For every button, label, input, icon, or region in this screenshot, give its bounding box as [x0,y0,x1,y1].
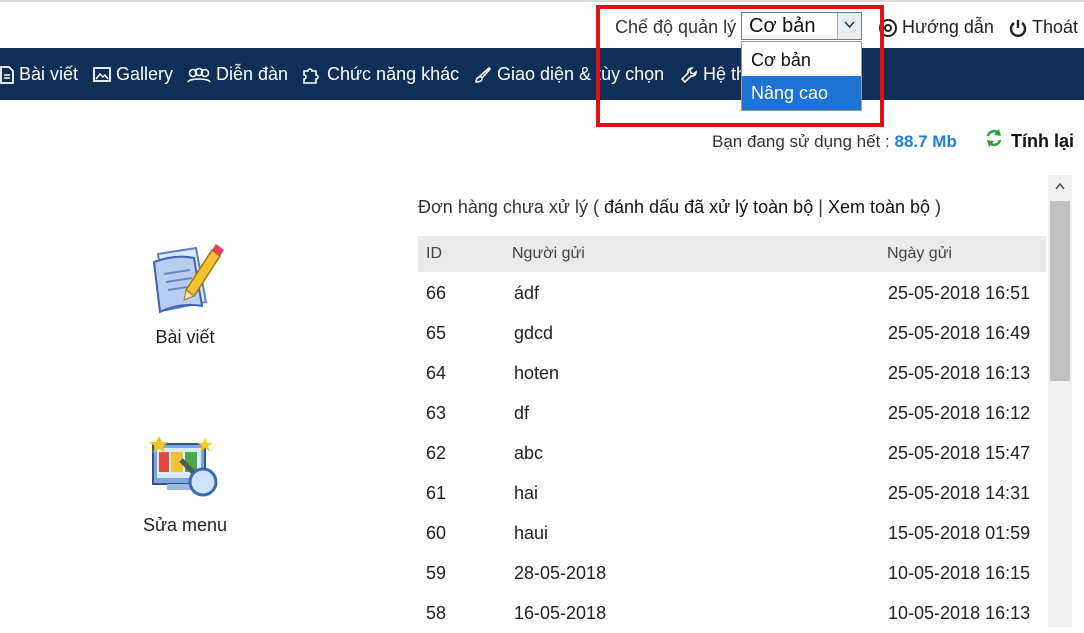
cell-id: 61 [426,483,447,503]
tile-edit-menu[interactable]: Sửa menu [115,432,255,536]
scrollbar[interactable] [1048,175,1072,627]
tile-articles[interactable]: Bài viết [115,240,255,348]
cell-sender: abc [514,443,544,463]
cell-sender: hoten [514,363,560,383]
users-icon [187,67,211,83]
orders-title: Đơn hàng chưa xử lý ( đánh dấu đã xử lý … [418,197,941,218]
cell-sender: df [514,403,530,423]
scroll-up-icon[interactable] [1048,175,1072,199]
cell-id: 65 [426,323,447,343]
help-link[interactable]: Hướng dẫn [878,17,994,38]
cell-date: 25-05-2018 16:49 [888,323,1031,343]
recalculate-link[interactable]: Tính lại [1011,131,1074,152]
cell-date: 25-05-2018 16:13 [888,363,1031,383]
nav-item-other-functions[interactable]: Chức năng khác [302,64,459,85]
article-edit-icon [152,244,224,314]
highlight-box [596,5,884,127]
cell-date: 10-05-2018 16:15 [888,563,1031,583]
refresh-icon[interactable] [984,128,1004,148]
cell-id: 62 [426,443,447,463]
table-row[interactable]: 63 df 25-05-2018 16:12 [418,393,1046,433]
table-row[interactable]: 61 hai 25-05-2018 14:31 [418,473,1046,513]
nav-label-other-functions: Chức năng khác [327,64,460,84]
nav-item-articles[interactable]: Bài viết [0,64,78,85]
cell-sender: gdcd [514,323,554,343]
nav-item-forum[interactable]: Diễn đàn [187,64,288,85]
table-row[interactable]: 60 haui 15-05-2018 01:59 [418,513,1046,553]
column-sender[interactable]: Người gửi [512,245,585,263]
cell-date: 25-05-2018 16:12 [888,403,1031,423]
orders-separator: | [818,197,823,217]
cell-date: 10-05-2018 16:13 [888,603,1031,623]
help-label: Hướng dẫn [902,17,994,37]
storage-usage: Bạn đang sử dụng hết : 88.7 Mb [712,132,957,152]
view-all-link[interactable]: Xem toàn bộ [828,197,930,217]
cell-sender: hai [514,483,539,503]
cell-date: 25-05-2018 16:51 [888,283,1031,303]
table-row[interactable]: 65 gdcd 25-05-2018 16:49 [418,313,1046,353]
logout-link[interactable]: Thoát [1008,17,1078,38]
nav-item-gallery[interactable]: Gallery [93,64,173,85]
table-row[interactable]: 64 hoten 25-05-2018 16:13 [418,353,1046,393]
orders-title-text: Đơn hàng chưa xử lý ( [418,197,599,217]
image-icon [93,67,111,82]
cell-id: 58 [426,603,447,623]
cell-id: 59 [426,563,447,583]
top-border [0,0,1084,2]
nav-label-gallery: Gallery [116,64,174,84]
tile-label-edit-menu: Sửa menu [142,515,228,535]
power-icon [1009,19,1027,37]
cell-id: 63 [426,403,447,423]
nav-label-articles: Bài viết [19,64,79,84]
logout-label: Thoát [1032,17,1079,37]
nav-label-forum: Diễn đàn [216,64,289,84]
column-date[interactable]: Ngày gửi [887,245,952,263]
column-id[interactable]: ID [426,245,442,263]
file-icon [0,65,14,84]
tile-label-articles: Bài viết [155,327,215,347]
brush-icon [475,66,492,83]
orders-table-header: ID Người gửi Ngày gửi [418,236,1046,272]
table-row[interactable]: 66 ádf 25-05-2018 16:51 [418,273,1046,313]
cell-id: 60 [426,523,447,543]
table-row[interactable]: 59 28-05-2018 10-05-2018 16:15 [418,553,1046,593]
puzzle-icon [303,67,319,84]
cell-date: 15-05-2018 01:59 [888,523,1031,543]
mark-all-processed-link[interactable]: đánh dấu đã xử lý toàn bộ [604,197,813,217]
cell-date: 25-05-2018 14:31 [888,483,1031,503]
orders-title-close: ) [935,197,942,217]
cell-sender: 28-05-2018 [514,563,607,583]
menu-edit-icon [149,436,218,497]
usage-amount: 88.7 Mb [894,132,957,151]
cell-sender: ádf [514,283,540,303]
cell-id: 64 [426,363,447,383]
table-row[interactable]: 58 16-05-2018 10-05-2018 16:13 [418,593,1046,633]
table-row[interactable]: 62 abc 25-05-2018 15:47 [418,433,1046,473]
cell-sender: 16-05-2018 [514,603,607,623]
cell-id: 66 [426,283,447,303]
cell-sender: haui [514,523,549,543]
usage-text: Bạn đang sử dụng hết : [712,132,890,151]
cell-date: 25-05-2018 15:47 [888,443,1031,463]
main-navbar: Bài viết Gallery Diễn đàn Chức năng khác… [0,48,1084,100]
scroll-thumb[interactable] [1050,201,1070,381]
